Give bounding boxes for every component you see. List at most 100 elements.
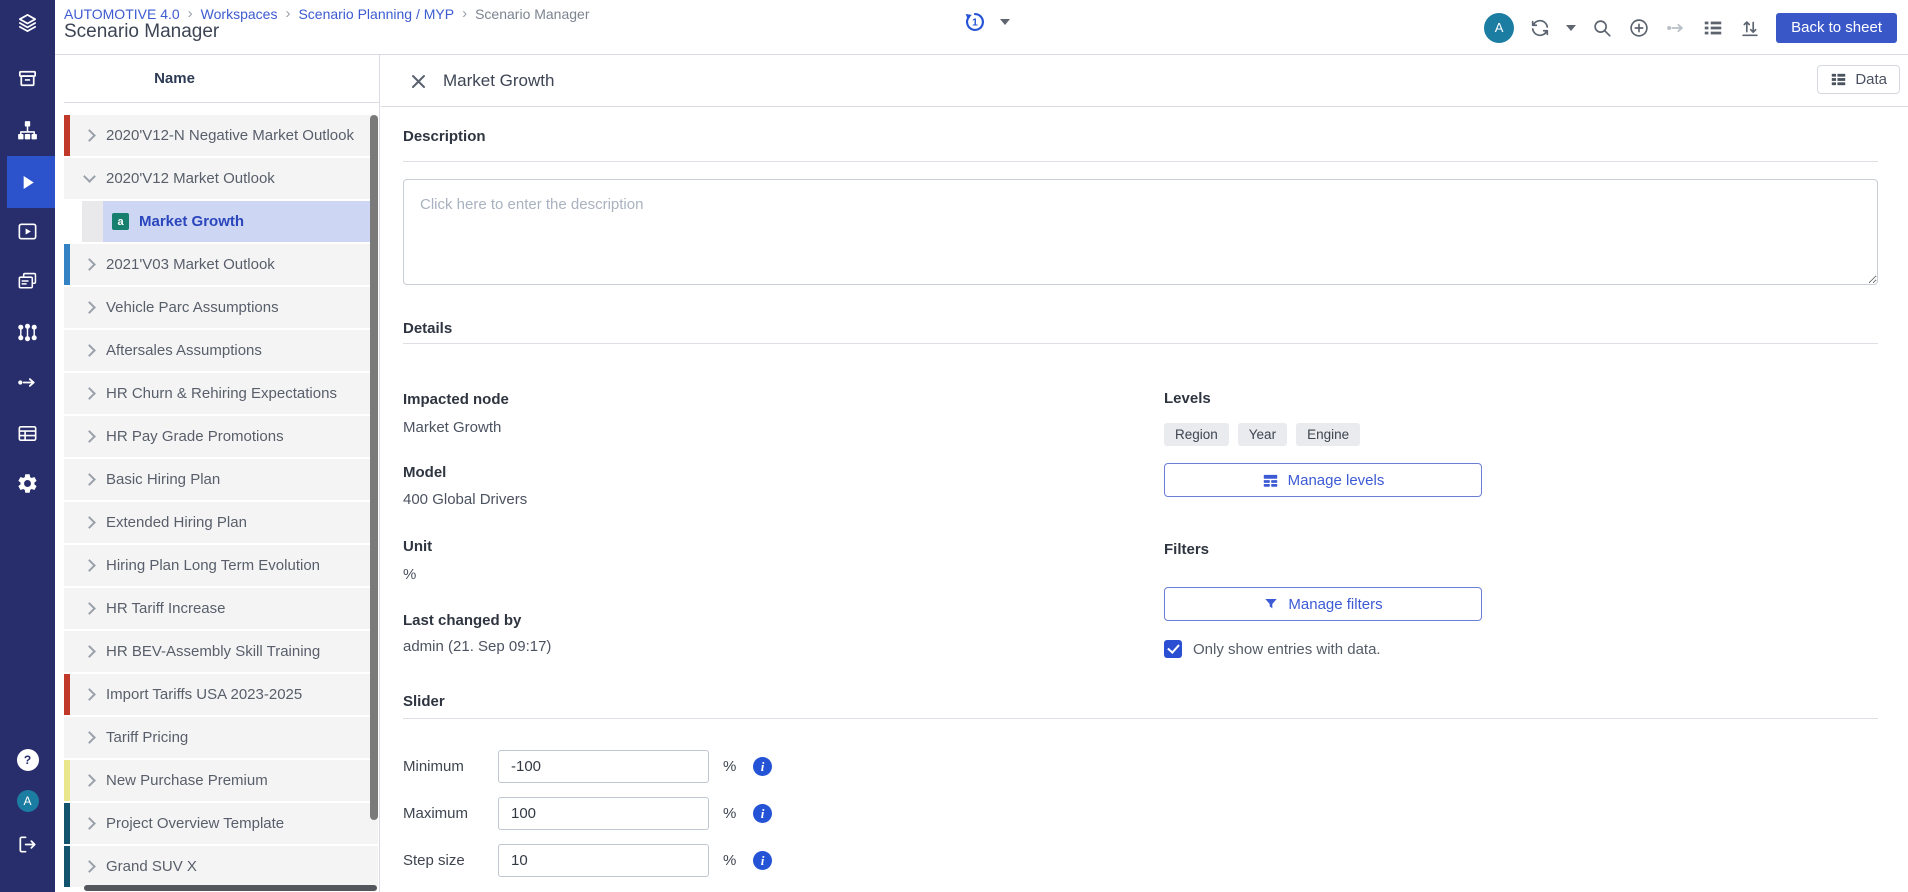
manage-filters-button[interactable]: Manage filters bbox=[1164, 587, 1482, 621]
chevron-right-icon[interactable] bbox=[83, 731, 96, 744]
color-bar bbox=[64, 631, 70, 672]
data-button[interactable]: Data bbox=[1817, 65, 1900, 94]
chevron-right-icon[interactable] bbox=[83, 516, 96, 529]
tree-item-tariff-pricing[interactable]: Tariff Pricing bbox=[64, 717, 378, 758]
tree-item-vehicle-parc-assumptions[interactable]: Vehicle Parc Assumptions bbox=[64, 287, 378, 328]
minimum-input[interactable] bbox=[498, 750, 709, 783]
tree-item-hr-tariff-increase[interactable]: HR Tariff Increase bbox=[64, 588, 378, 629]
breadcrumb-project[interactable]: AUTOMOTIVE 4.0 bbox=[64, 6, 180, 22]
level-chip-region: Region bbox=[1164, 423, 1229, 446]
back-to-sheet-button[interactable]: Back to sheet bbox=[1776, 12, 1897, 43]
manage-levels-button[interactable]: Manage levels bbox=[1164, 463, 1482, 497]
tree-item-market-growth[interactable]: a Market Growth bbox=[64, 201, 378, 242]
tree-item-hr-churn-rehiring-expectations[interactable]: HR Churn & Rehiring Expectations bbox=[64, 373, 378, 414]
model-value: 400 Global Drivers bbox=[403, 491, 528, 508]
unit-label: Unit bbox=[403, 538, 433, 555]
breadcrumb-workspace[interactable]: Scenario Planning / MYP bbox=[298, 6, 454, 22]
video-play-icon[interactable] bbox=[0, 209, 55, 253]
chevron-right-icon[interactable] bbox=[83, 817, 96, 830]
tree-item-label: Hiring Plan Long Term Evolution bbox=[106, 557, 321, 574]
levels-chips: Region Year Engine bbox=[1164, 423, 1369, 446]
user-avatar[interactable]: A bbox=[1484, 12, 1515, 43]
horizontal-scrollbar[interactable] bbox=[84, 885, 377, 891]
tree-item-grand-suv-x[interactable]: Grand SUV X bbox=[64, 846, 378, 887]
tree-item-hiring-plan-long-term-evolution[interactable]: Hiring Plan Long Term Evolution bbox=[64, 545, 378, 586]
tree-item-basic-hiring-plan[interactable]: Basic Hiring Plan bbox=[64, 459, 378, 500]
tree-item-label: 2020'V12-N Negative Market Outlook bbox=[106, 127, 354, 144]
sort-arrows-icon[interactable] bbox=[1739, 17, 1761, 39]
list-icon[interactable] bbox=[1702, 17, 1724, 39]
vertical-scrollbar[interactable] bbox=[370, 115, 378, 820]
chevron-right-icon[interactable] bbox=[83, 860, 96, 873]
flow-arrow-icon[interactable] bbox=[0, 360, 55, 404]
tree-item-label: Market Growth bbox=[139, 213, 245, 230]
description-textarea[interactable] bbox=[403, 179, 1878, 285]
slider-row-step-size: Step size% i bbox=[403, 844, 772, 877]
tree-item-new-purchase-premium[interactable]: New Purchase Premium bbox=[64, 760, 378, 801]
info-icon[interactable]: i bbox=[753, 757, 772, 776]
breadcrumb-workspaces[interactable]: Workspaces bbox=[201, 6, 278, 22]
tree-item-import-tariffs-usa-2023-2025[interactable]: Import Tariffs USA 2023-2025 bbox=[64, 674, 378, 715]
divider bbox=[403, 161, 1878, 162]
info-icon[interactable]: i bbox=[753, 851, 772, 870]
color-bar bbox=[64, 717, 70, 758]
chevron-right-icon[interactable] bbox=[83, 344, 96, 357]
refresh-icon[interactable] bbox=[1529, 17, 1551, 39]
help-icon[interactable]: ? bbox=[0, 738, 55, 782]
gear-icon[interactable] bbox=[0, 461, 55, 505]
slides-copy-icon[interactable] bbox=[0, 259, 55, 303]
info-icon[interactable]: i bbox=[753, 804, 772, 823]
sitemap-icon[interactable] bbox=[0, 108, 55, 152]
color-bar bbox=[64, 115, 70, 156]
chevron-right-icon[interactable] bbox=[83, 430, 96, 443]
chevron-down-icon[interactable] bbox=[1000, 19, 1010, 25]
chevron-right-icon[interactable] bbox=[83, 301, 96, 314]
tree-item-2020-v12-n-negative-market-outlook[interactable]: 2020'V12-N Negative Market Outlook bbox=[64, 115, 378, 156]
scenario-detail-content: Description Details Impacted node Market… bbox=[381, 107, 1908, 892]
close-icon[interactable] bbox=[411, 74, 426, 89]
color-bar bbox=[64, 158, 70, 199]
tree-item-hr-bev-assembly-skill-training[interactable]: HR BEV-Assembly Skill Training bbox=[64, 631, 378, 672]
tree-item-2020-v12-market-outlook[interactable]: 2020'V12 Market Outlook bbox=[64, 158, 378, 199]
breadcrumb-current: Scenario Manager bbox=[475, 5, 590, 22]
chevron-right-icon[interactable] bbox=[83, 559, 96, 572]
color-bar bbox=[64, 846, 70, 887]
search-icon[interactable] bbox=[1591, 17, 1613, 39]
chevron-right-icon[interactable] bbox=[83, 129, 96, 142]
chevron-right-icon[interactable] bbox=[83, 688, 96, 701]
tree-item-aftersales-assumptions[interactable]: Aftersales Assumptions bbox=[64, 330, 378, 371]
tree-item-2021-v03-market-outlook[interactable]: 2021'V03 Market Outlook bbox=[64, 244, 378, 285]
chevron-right-icon[interactable] bbox=[83, 387, 96, 400]
history-restore-icon[interactable]: 1 bbox=[962, 9, 988, 35]
user-avatar[interactable]: A bbox=[0, 779, 55, 823]
chevron-right-icon[interactable] bbox=[83, 774, 96, 787]
tree-item-label: HR Churn & Rehiring Expectations bbox=[106, 385, 337, 402]
color-bar bbox=[64, 502, 70, 543]
tree-item-extended-hiring-plan[interactable]: Extended Hiring Plan bbox=[64, 502, 378, 543]
zoom-in-icon[interactable] bbox=[1628, 17, 1650, 39]
table-grid-icon bbox=[1832, 73, 1846, 86]
tree-item-label: Tariff Pricing bbox=[106, 729, 189, 746]
tree-item-hr-pay-grade-promotions[interactable]: HR Pay Grade Promotions bbox=[64, 416, 378, 457]
tree-item-label: 2020'V12 Market Outlook bbox=[106, 170, 275, 187]
unit-label: % bbox=[723, 805, 737, 822]
logout-icon[interactable] bbox=[0, 822, 55, 866]
chevron-right-icon[interactable] bbox=[83, 602, 96, 615]
color-bar bbox=[64, 244, 70, 285]
tree-column-header[interactable]: Name bbox=[64, 55, 379, 103]
table-icon[interactable] bbox=[0, 411, 55, 455]
step-size-input[interactable] bbox=[498, 844, 709, 877]
chevron-down-icon[interactable] bbox=[1566, 24, 1577, 31]
play-icon[interactable] bbox=[0, 160, 55, 204]
chevron-down-icon[interactable] bbox=[83, 170, 96, 183]
filters-label: Filters bbox=[1164, 541, 1210, 558]
only-show-entries-checkbox[interactable] bbox=[1164, 640, 1182, 658]
layers-logo-icon[interactable] bbox=[0, 1, 55, 45]
network-icon[interactable] bbox=[0, 310, 55, 354]
chevron-right-icon[interactable] bbox=[83, 258, 96, 271]
archive-icon[interactable] bbox=[0, 56, 55, 100]
chevron-right-icon[interactable] bbox=[83, 645, 96, 658]
tree-item-project-overview-template[interactable]: Project Overview Template bbox=[64, 803, 378, 844]
maximum-input[interactable] bbox=[498, 797, 709, 830]
chevron-right-icon[interactable] bbox=[83, 473, 96, 486]
